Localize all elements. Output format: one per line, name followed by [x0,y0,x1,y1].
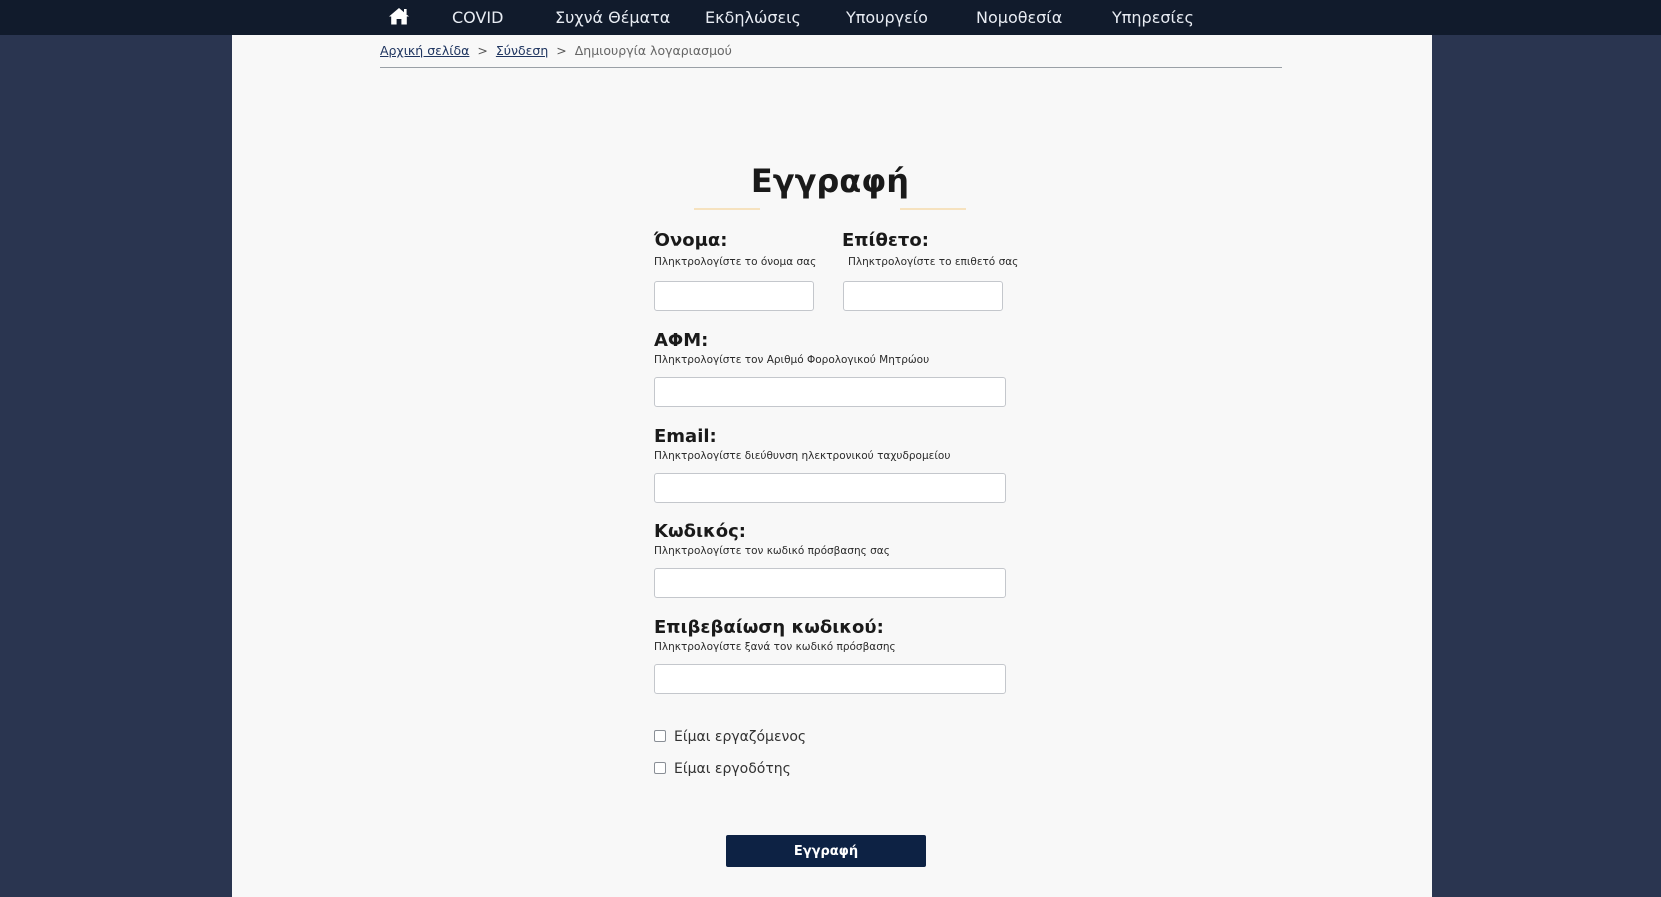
nav-item-events[interactable]: Εκδηλώσεις [705,0,801,35]
nav-item-faq[interactable]: Συχνά Θέματα [555,0,670,35]
afm-input[interactable] [654,377,1006,407]
first-name-hint: Πληκτρολογίστε το όνομα σας [654,256,817,268]
home-icon[interactable] [388,6,410,26]
afm-hint: Πληκτρολογίστε τον Αριθμό Φορολογικού Μη… [654,354,930,366]
nav-item-covid[interactable]: COVID [452,0,503,35]
breadcrumb-separator: > [477,43,488,58]
password-hint: Πληκτρολογίστε τον κωδικό πρόσβασης σας [654,545,890,557]
email-input[interactable] [654,473,1006,503]
password-confirm-hint: Πληκτρολογίστε ξανά τον κωδικό πρόσβασης [654,641,896,653]
breadcrumb: Αρχική σελίδα > Σύνδεση > Δημιουργία λογαρια… [380,43,1282,68]
employee-checkbox[interactable] [654,730,666,742]
nav-item-legislation[interactable]: Νομοθεσία [976,0,1062,35]
main-content: Αρχική σελίδα > Σύνδεση > Δημιουργία λογαρια… [232,35,1432,897]
employee-checkbox-label[interactable]: Είμαι εργαζόμενος [674,727,806,747]
email-label: Email: [654,426,717,447]
breadcrumb-home-link[interactable]: Αρχική σελίδα [380,43,469,58]
afm-label: ΑΦΜ: [654,330,709,351]
breadcrumb-login-link[interactable]: Σύνδεση [496,43,548,58]
last-name-label: Επίθετο: [842,230,929,251]
password-confirm-input[interactable] [654,664,1006,694]
title-decor-line-right [900,208,966,210]
first-name-input[interactable] [654,281,814,311]
employer-checkbox[interactable] [654,762,666,774]
nav-item-services[interactable]: Υπηρεσίες [1112,0,1194,35]
password-confirm-label: Επιβεβαίωση κωδικού: [654,617,884,638]
nav-item-ministry[interactable]: Υπουργείο [846,0,928,35]
employer-checkbox-label[interactable]: Είμαι εργοδότης [674,759,791,779]
top-navigation-bar: COVID Συχνά Θέματα Εκδηλώσεις Υπουργείο … [0,0,1661,35]
last-name-hint: Πληκτρολογίστε το επιθετό σας [848,256,1019,268]
first-name-label: Όνομα: [654,230,728,251]
page-title: Εγγραφή [750,162,910,200]
form-title-block: Εγγραφή [694,155,966,210]
register-button[interactable]: Εγγραφή [726,835,926,867]
title-decor-line-left [694,208,760,210]
breadcrumb-current: Δημιουργία λογαριασμού [574,43,732,58]
password-label: Κωδικός: [654,521,746,542]
email-hint: Πληκτρολογίστε διεύθυνση ηλεκτρονικού τα… [654,450,951,462]
breadcrumb-separator: > [556,43,567,58]
last-name-input[interactable] [843,281,1003,311]
password-input[interactable] [654,568,1006,598]
